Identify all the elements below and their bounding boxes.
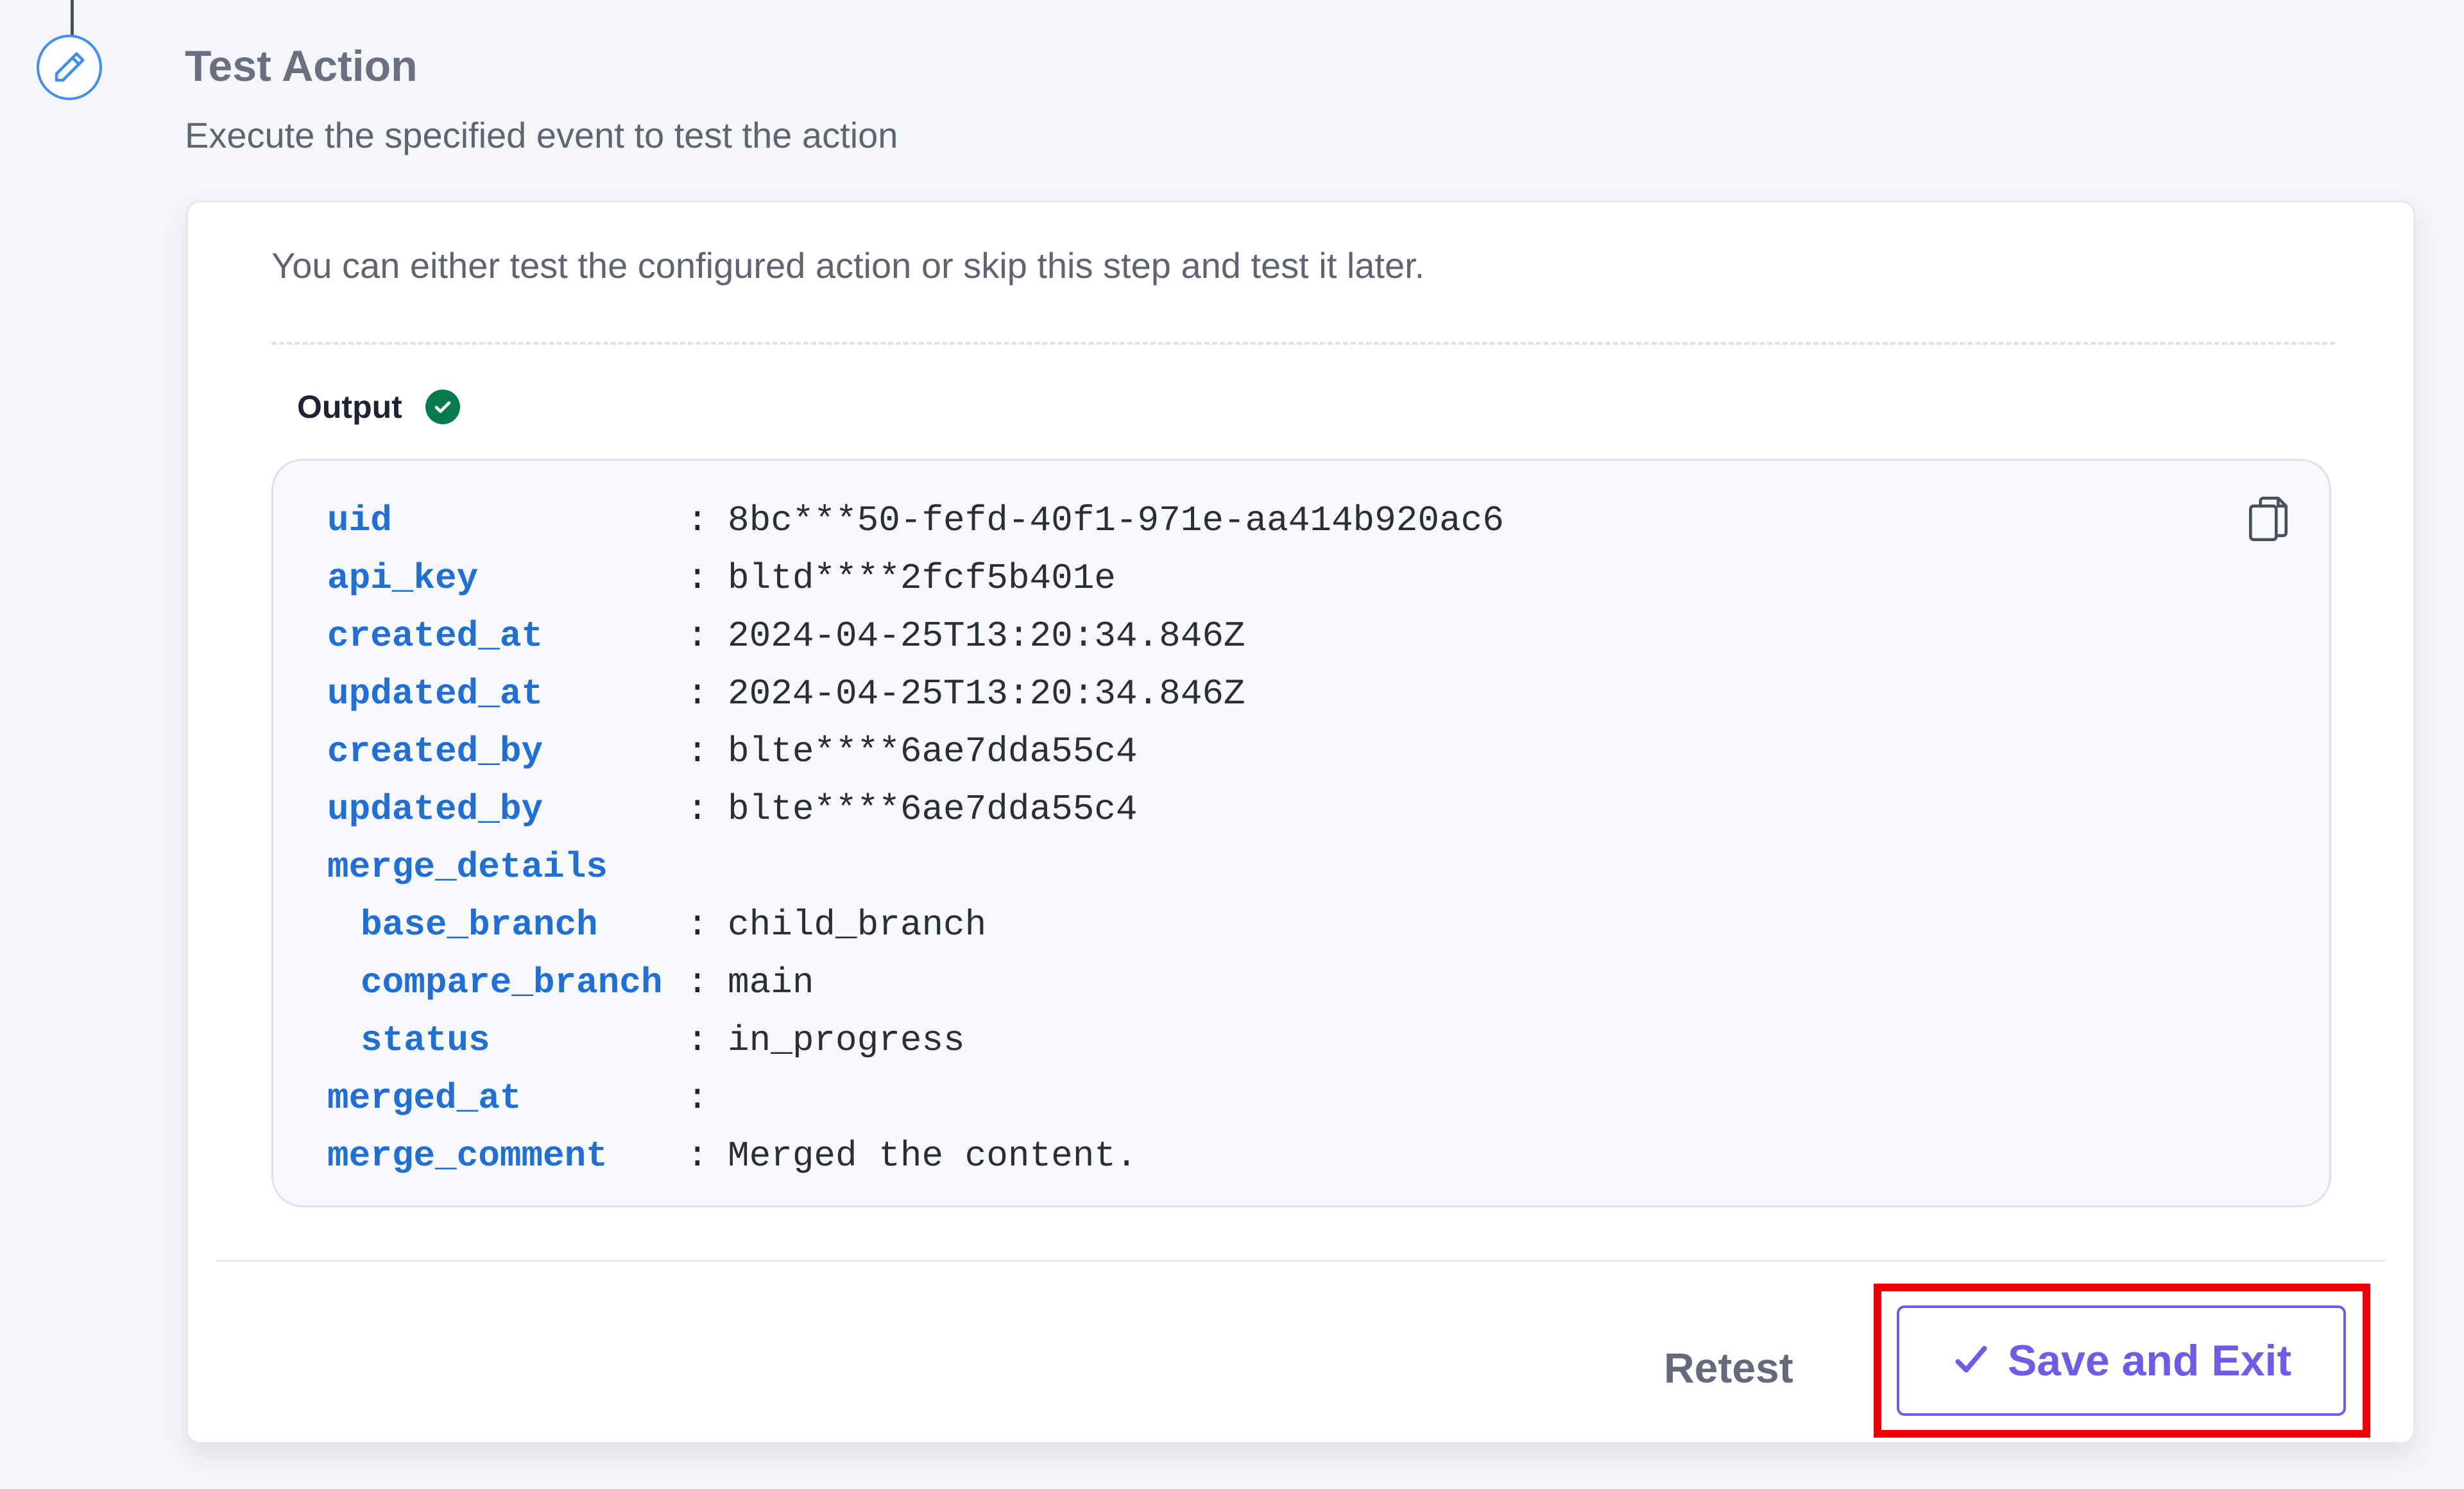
output-row: updated_by : blte****6ae7dda55c4 bbox=[327, 780, 1504, 838]
stepper-rail bbox=[71, 0, 74, 36]
output-value: bltd****2fcf5b401e bbox=[728, 558, 1116, 599]
footer-divider bbox=[216, 1260, 2385, 1262]
output-value: child_branch bbox=[728, 904, 987, 945]
checkmark-icon bbox=[1951, 1340, 1991, 1382]
step-subtitle: Execute the specified event to test the … bbox=[185, 115, 898, 155]
output-row: uid : 8bc***50-fefd-40f1-971e-aa414b920a… bbox=[327, 492, 1504, 549]
output-row: merged_at : bbox=[327, 1069, 1504, 1127]
output-label: Output bbox=[297, 389, 402, 425]
output-separator: : bbox=[687, 1020, 708, 1061]
output-separator: : bbox=[687, 962, 708, 1003]
output-separator: : bbox=[687, 673, 708, 714]
output-key: uid bbox=[327, 500, 392, 541]
output-row: base_branch : child_branch bbox=[327, 896, 1504, 954]
card-intro-text: You can either test the configured actio… bbox=[271, 245, 1425, 286]
output-value: main bbox=[728, 962, 814, 1003]
save-and-exit-button[interactable]: Save and Exit bbox=[1897, 1305, 2346, 1416]
check-circle-icon bbox=[425, 390, 460, 424]
output-key: status bbox=[361, 1020, 490, 1061]
dashed-divider bbox=[271, 342, 2335, 345]
output-separator bbox=[687, 838, 728, 896]
output-separator: : bbox=[687, 558, 708, 599]
output-separator: : bbox=[687, 904, 708, 945]
output-key: merged_at bbox=[327, 1078, 522, 1119]
output-value: 8bc***50-fefd-40f1-971e-aa414b920ac6 bbox=[728, 500, 1504, 541]
output-row: compare_branch : main bbox=[327, 954, 1504, 1011]
output-key: merge_comment bbox=[327, 1135, 608, 1176]
output-key: updated_by bbox=[327, 789, 543, 830]
output-rows: uid : 8bc***50-fefd-40f1-971e-aa414b920a… bbox=[327, 492, 1504, 1185]
output-separator: : bbox=[687, 789, 708, 830]
output-separator: : bbox=[687, 1135, 708, 1176]
output-key: compare_branch bbox=[361, 962, 663, 1003]
output-row: merge_comment : Merged the content. bbox=[327, 1127, 1504, 1185]
output-key: created_at bbox=[327, 615, 543, 657]
output-row: merge_details bbox=[327, 838, 1504, 896]
output-separator: : bbox=[687, 1078, 708, 1119]
output-code-block: uid : 8bc***50-fefd-40f1-971e-aa414b920a… bbox=[271, 459, 2331, 1207]
output-key: api_key bbox=[327, 558, 479, 599]
output-value: blte****6ae7dda55c4 bbox=[728, 789, 1138, 830]
output-value: 2024-04-25T13:20:34.846Z bbox=[728, 615, 1245, 657]
output-value: blte****6ae7dda55c4 bbox=[728, 731, 1138, 772]
output-row: created_by : blte****6ae7dda55c4 bbox=[327, 723, 1504, 780]
output-row: updated_at : 2024-04-25T13:20:34.846Z bbox=[327, 665, 1504, 723]
test-action-card: You can either test the configured actio… bbox=[186, 200, 2415, 1444]
output-separator: : bbox=[687, 615, 708, 657]
test-action-page: Test Action Execute the specified event … bbox=[0, 0, 2464, 1489]
output-key: merge_details bbox=[327, 847, 608, 888]
output-key: updated_at bbox=[327, 673, 543, 714]
output-separator: : bbox=[687, 500, 708, 541]
step-title: Test Action bbox=[185, 42, 418, 90]
output-key: created_by bbox=[327, 731, 543, 772]
output-value: in_progress bbox=[728, 1020, 965, 1061]
output-separator: : bbox=[687, 731, 708, 772]
output-header: Output bbox=[297, 388, 460, 426]
retest-button[interactable]: Retest bbox=[1651, 1329, 1806, 1406]
copy-icon[interactable] bbox=[2245, 494, 2292, 546]
output-row: api_key : bltd****2fcf5b401e bbox=[327, 549, 1504, 607]
save-and-exit-label: Save and Exit bbox=[2007, 1336, 2292, 1385]
output-value: Merged the content. bbox=[728, 1135, 1138, 1176]
output-value: 2024-04-25T13:20:34.846Z bbox=[728, 673, 1245, 714]
output-row: status : in_progress bbox=[327, 1011, 1504, 1069]
output-row: created_at : 2024-04-25T13:20:34.846Z bbox=[327, 607, 1504, 665]
pencil-icon bbox=[37, 35, 102, 100]
output-key: base_branch bbox=[361, 904, 598, 945]
